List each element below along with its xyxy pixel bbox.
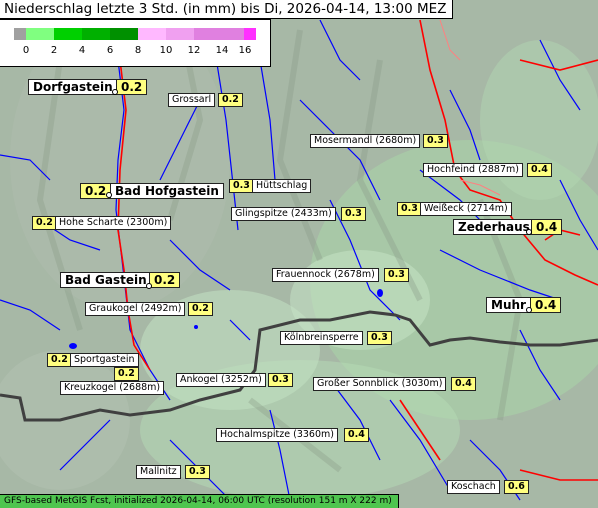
place-label-grosser-sonnblick: Großer Sonnblick (3030m) <box>313 377 447 391</box>
place-label-mosermandl: Mosermandl (2680m) <box>310 134 421 148</box>
legend-swatch-1 <box>26 28 54 40</box>
precip-value: 0.3 <box>341 207 366 221</box>
precip-value: 0.3 <box>229 179 254 193</box>
precip-value: 0.3 <box>384 268 409 282</box>
place-label-mallnitz: Mallnitz <box>136 465 181 479</box>
location-marker <box>106 192 112 198</box>
precip-value: 0.3 <box>397 202 422 216</box>
precip-value: 0.6 <box>504 480 529 494</box>
legend-color-bar <box>14 28 256 40</box>
place-label-bad-hofgastein: Bad Hofgastein <box>110 183 224 199</box>
precip-value: 0.2 <box>116 79 148 95</box>
location-marker <box>526 229 532 235</box>
legend-tick: 6 <box>106 45 114 56</box>
precip-value: 0.2 <box>114 367 139 381</box>
legend-tick: 4 <box>78 45 86 56</box>
precip-value: 0.3 <box>423 134 448 148</box>
place-label-dorfgastein: Dorfgastein <box>28 79 118 95</box>
precip-value: 0.4 <box>451 377 476 391</box>
location-marker <box>146 283 152 289</box>
place-label-koelnbreinsperre: Kölnbreinsperre <box>280 331 363 345</box>
legend-tick: 2 <box>50 45 58 56</box>
legend-swatch-2 <box>54 28 82 40</box>
legend-tick: 10 <box>159 45 173 56</box>
precip-value: 0.2 <box>149 272 181 288</box>
legend-swatch-3 <box>82 28 110 40</box>
precip-value: 0.4 <box>531 219 563 235</box>
place-label-frauennock: Frauennock (2678m) <box>272 268 379 282</box>
precip-value: 0.2 <box>218 93 243 107</box>
place-label-zederhaus: Zederhaus <box>453 219 535 235</box>
place-label-glingspitze: Glingspitze (2433m) <box>231 207 336 221</box>
precip-value: 0.4 <box>527 163 552 177</box>
place-label-graukogel: Graukogel (2492m) <box>85 302 186 316</box>
forecast-footer: GFS-based MetGIS Fcst, initialized 2026-… <box>0 494 399 508</box>
precipitation-legend: 0 2 4 6 8 10 12 14 16 <box>0 19 271 67</box>
place-label-koschach: Koschach <box>447 480 500 494</box>
place-label-huettschlag: Hüttschlag <box>252 179 312 193</box>
legend-swatch-7 <box>194 28 244 40</box>
place-label-hochfeind: Hochfeind (2887m) <box>423 163 523 177</box>
precip-value: 0.2 <box>188 302 213 316</box>
precip-value: 0.2 <box>32 216 57 230</box>
precip-value: 0.4 <box>344 428 369 442</box>
legend-tick: 16 <box>238 45 252 56</box>
place-label-grossarl: Grossarl <box>168 93 216 107</box>
precip-value: 0.3 <box>268 373 293 387</box>
place-label-hohe-scharte: Hohe Scharte (2300m) <box>55 216 172 230</box>
place-label-weisseck: Weißeck (2714m) <box>420 202 512 216</box>
legend-tick: 0 <box>22 45 30 56</box>
place-label-muhr: Muhr <box>486 297 531 313</box>
precip-value: 0.4 <box>530 297 562 313</box>
legend-tick: 8 <box>134 45 142 56</box>
place-label-kreuzkogel: Kreuzkogel (2688m) <box>60 381 165 395</box>
legend-swatch-5 <box>138 28 166 40</box>
map-title: Niederschlag letzte 3 Std. (in mm) bis D… <box>0 0 454 19</box>
place-label-sportgastein: Sportgastein <box>70 353 139 367</box>
place-label-bad-gastein: Bad Gastein <box>60 272 152 288</box>
legend-tick: 12 <box>187 45 201 56</box>
location-marker <box>526 307 532 313</box>
precip-value: 0.2 <box>47 353 72 367</box>
location-marker <box>112 89 118 95</box>
place-label-hochalmspitze: Hochalmspitze (3360m) <box>216 428 338 442</box>
legend-swatch-0 <box>14 28 26 40</box>
place-label-ankogel: Ankogel (3252m) <box>176 373 266 387</box>
legend-swatch-8 <box>244 28 256 40</box>
precip-value: 0.3 <box>185 465 210 479</box>
legend-swatch-6 <box>166 28 194 40</box>
legend-swatch-4 <box>110 28 138 40</box>
precip-value: 0.3 <box>367 331 392 345</box>
legend-tick: 14 <box>215 45 229 56</box>
